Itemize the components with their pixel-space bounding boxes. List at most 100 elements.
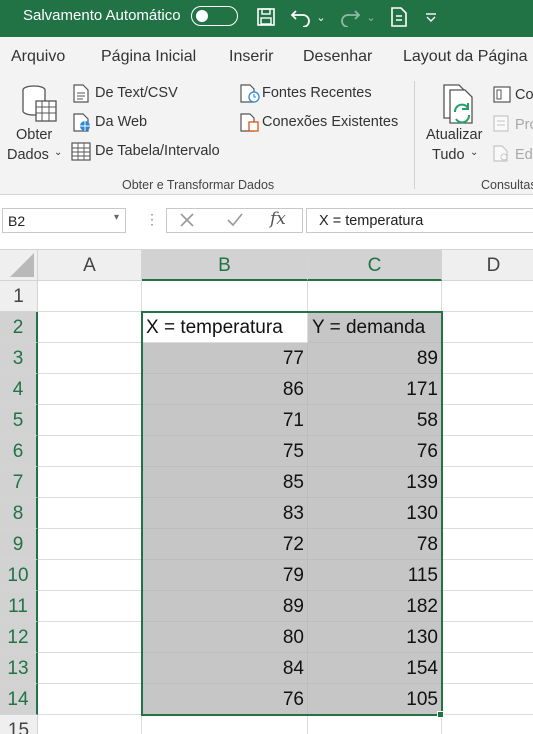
cell-d6[interactable] bbox=[442, 436, 533, 467]
cell-c6[interactable]: 76 bbox=[308, 436, 442, 467]
tab-arquivo[interactable]: Arquivo bbox=[11, 48, 65, 66]
cell-b14[interactable]: 76 bbox=[142, 684, 308, 715]
row-header[interactable]: 13 bbox=[0, 653, 38, 684]
cell-d9[interactable] bbox=[442, 529, 533, 560]
name-box[interactable]: B2 ▾ bbox=[2, 208, 126, 233]
row-header[interactable]: 3 bbox=[0, 343, 38, 374]
autosave-toggle[interactable] bbox=[191, 6, 238, 26]
cell-a8[interactable] bbox=[38, 498, 142, 529]
document-icon[interactable] bbox=[387, 5, 411, 29]
cell-c1[interactable] bbox=[308, 281, 442, 312]
tudo-label: Tudo bbox=[432, 147, 465, 163]
cell-b1[interactable] bbox=[142, 281, 308, 312]
cell-d11[interactable] bbox=[442, 591, 533, 622]
cell-d15[interactable] bbox=[442, 715, 533, 734]
cancel-icon[interactable] bbox=[177, 210, 197, 235]
cell-b9[interactable]: 72 bbox=[142, 529, 308, 560]
cell-c10[interactable]: 115 bbox=[308, 560, 442, 591]
cell-a15[interactable] bbox=[38, 715, 142, 734]
cell-a1[interactable] bbox=[38, 281, 142, 312]
cell-c2[interactable]: Y = demanda bbox=[308, 312, 442, 343]
cell-d8[interactable] bbox=[442, 498, 533, 529]
undo-dropdown-icon[interactable]: ⌄ bbox=[315, 5, 327, 29]
cell-b5[interactable]: 71 bbox=[142, 405, 308, 436]
cell-a12[interactable] bbox=[38, 622, 142, 653]
row-header[interactable]: 14 bbox=[0, 684, 38, 715]
cell-d2[interactable] bbox=[442, 312, 533, 343]
cell-c12[interactable]: 130 bbox=[308, 622, 442, 653]
cell-d10[interactable] bbox=[442, 560, 533, 591]
cell-d13[interactable] bbox=[442, 653, 533, 684]
cell-c13[interactable]: 154 bbox=[308, 653, 442, 684]
cell-b7[interactable]: 85 bbox=[142, 467, 308, 498]
row-header[interactable]: 5 bbox=[0, 405, 38, 436]
cell-c14[interactable]: 105 bbox=[308, 684, 442, 715]
cell-c7[interactable]: 139 bbox=[308, 467, 442, 498]
cell-a5[interactable] bbox=[38, 405, 142, 436]
cell-d14[interactable] bbox=[442, 684, 533, 715]
cell-a10[interactable] bbox=[38, 560, 142, 591]
row-header[interactable]: 1 bbox=[0, 281, 38, 312]
cell-a11[interactable] bbox=[38, 591, 142, 622]
cell-b2[interactable]: X = temperatura bbox=[142, 312, 308, 343]
column-header-c[interactable]: C bbox=[308, 250, 442, 281]
cell-c9[interactable]: 78 bbox=[308, 529, 442, 560]
select-all-button[interactable] bbox=[0, 250, 38, 281]
undo-icon[interactable] bbox=[289, 5, 313, 29]
save-icon[interactable] bbox=[254, 5, 278, 29]
cell-b8[interactable]: 83 bbox=[142, 498, 308, 529]
row-header[interactable]: 12 bbox=[0, 622, 38, 653]
cell-a13[interactable] bbox=[38, 653, 142, 684]
cell-b4[interactable]: 86 bbox=[142, 374, 308, 405]
cell-a2[interactable] bbox=[38, 312, 142, 343]
cell-c3[interactable]: 89 bbox=[308, 343, 442, 374]
cell-b6[interactable]: 75 bbox=[142, 436, 308, 467]
cell-b12[interactable]: 80 bbox=[142, 622, 308, 653]
row-header[interactable]: 6 bbox=[0, 436, 38, 467]
column-header-d[interactable]: D bbox=[442, 250, 533, 281]
enter-icon[interactable] bbox=[225, 210, 245, 235]
cell-b13[interactable]: 84 bbox=[142, 653, 308, 684]
cell-c15[interactable] bbox=[308, 715, 442, 734]
cell-d7[interactable] bbox=[442, 467, 533, 498]
cell-a14[interactable] bbox=[38, 684, 142, 715]
tab-pagina-inicial[interactable]: Página Inicial bbox=[101, 48, 196, 66]
row-header[interactable]: 7 bbox=[0, 467, 38, 498]
tab-layout-da-pagina[interactable]: Layout da Página bbox=[403, 48, 528, 66]
row-header[interactable]: 15 bbox=[0, 715, 38, 734]
cell-b10[interactable]: 79 bbox=[142, 560, 308, 591]
cell-c4[interactable]: 171 bbox=[308, 374, 442, 405]
cell-c8[interactable]: 130 bbox=[308, 498, 442, 529]
formula-input[interactable]: X = temperatura bbox=[306, 208, 533, 233]
cell-b11[interactable]: 89 bbox=[142, 591, 308, 622]
cell-c5[interactable]: 58 bbox=[308, 405, 442, 436]
cell-a9[interactable] bbox=[38, 529, 142, 560]
cell-d4[interactable] bbox=[442, 374, 533, 405]
cell-a3[interactable] bbox=[38, 343, 142, 374]
row-header[interactable]: 8 bbox=[0, 498, 38, 529]
customize-qat-icon[interactable] bbox=[423, 5, 439, 29]
row-header[interactable]: 10 bbox=[0, 560, 38, 591]
cell-d5[interactable] bbox=[442, 405, 533, 436]
cell-b3[interactable]: 77 bbox=[142, 343, 308, 374]
cell-d1[interactable] bbox=[442, 281, 533, 312]
row-header[interactable]: 4 bbox=[0, 374, 38, 405]
cell-d3[interactable] bbox=[442, 343, 533, 374]
cell-b15[interactable] bbox=[142, 715, 308, 734]
cell-d12[interactable] bbox=[442, 622, 533, 653]
tab-desenhar[interactable]: Desenhar bbox=[303, 48, 372, 66]
cell-c11[interactable]: 182 bbox=[308, 591, 442, 622]
name-box-dropdown-icon[interactable]: ▾ bbox=[114, 212, 119, 223]
cell-a4[interactable] bbox=[38, 374, 142, 405]
cell-a7[interactable] bbox=[38, 467, 142, 498]
insert-function-icon[interactable]: fx bbox=[270, 209, 286, 229]
fill-handle[interactable] bbox=[437, 711, 444, 718]
row-header[interactable]: 2 bbox=[0, 312, 38, 343]
row-header[interactable]: 11 bbox=[0, 591, 38, 622]
cell-a6[interactable] bbox=[38, 436, 142, 467]
column-header-b[interactable]: B bbox=[142, 250, 308, 281]
drag-handle-icon[interactable]: ⋮ bbox=[145, 211, 160, 228]
row-header[interactable]: 9 bbox=[0, 529, 38, 560]
column-header-a[interactable]: A bbox=[38, 250, 142, 281]
tab-inserir[interactable]: Inserir bbox=[229, 48, 273, 66]
